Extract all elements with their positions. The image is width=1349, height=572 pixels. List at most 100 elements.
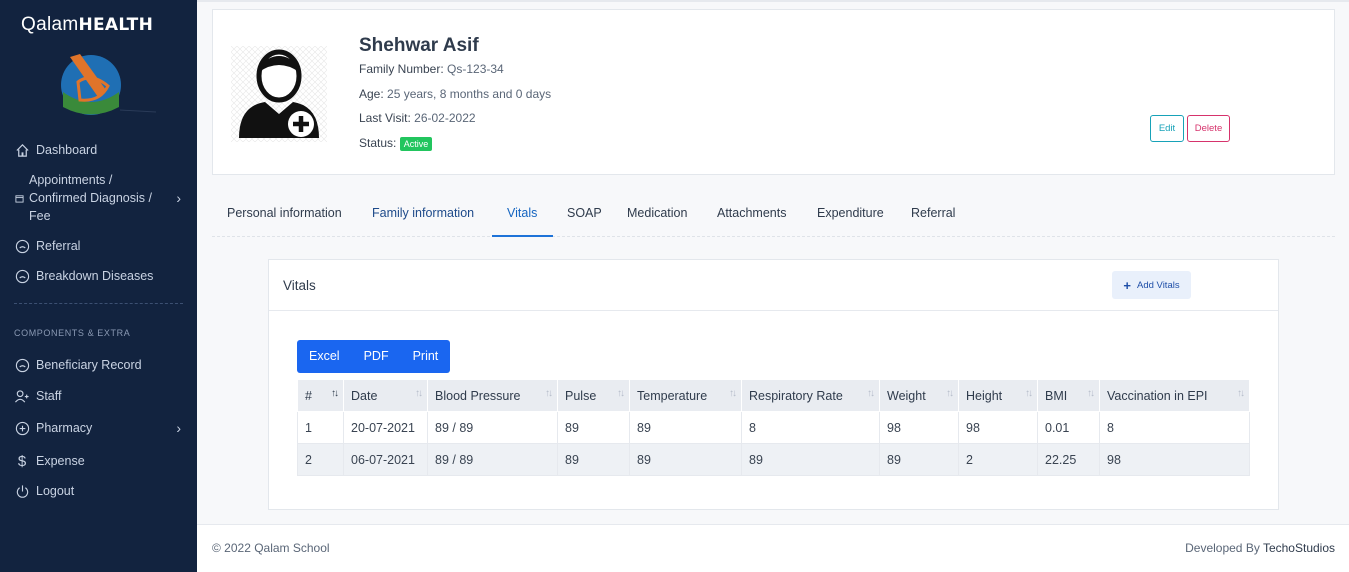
excel-button[interactable]: Excel (297, 340, 352, 373)
add-vitals-label: Add Vitals (1136, 279, 1180, 291)
home-icon (14, 142, 30, 158)
sidebar-item-referral[interactable]: Referral (14, 238, 189, 254)
last-visit-row: Last Visit: 26-02-2022 (359, 111, 476, 125)
sidebar-item-label: Breakdown Diseases (36, 269, 154, 283)
sidebar-item-label: Expense (36, 454, 85, 468)
vitals-table: # ↑↓ Date ↑↓ Blood Pressure ↑↓ Pulse ↑↓ Temp… (297, 379, 1250, 476)
sidebar-item-logout[interactable]: Logout (14, 483, 189, 499)
circle-icon (14, 238, 30, 254)
table-cell: 98 (1099, 443, 1250, 476)
active-tab-indicator (492, 235, 553, 237)
tab-family-information[interactable]: Family information (372, 206, 474, 220)
column-header[interactable]: Vaccination in EPI ↑↓ (1099, 379, 1250, 412)
sort-icon: ↑↓ (1237, 388, 1245, 399)
status-badge: Active (399, 136, 433, 151)
family-number-value: Qs-123-34 (447, 62, 504, 76)
sidebar-item-label: Dashboard (36, 143, 98, 157)
delete-button[interactable]: Delete (1187, 115, 1230, 142)
circle-icon (14, 357, 30, 373)
column-header[interactable]: # ↑↓ (297, 379, 344, 412)
patient-tabs: Personal information Family information … (212, 195, 1335, 237)
sort-icon: ↑↓ (1087, 388, 1095, 399)
tab-referral[interactable]: Referral (911, 206, 955, 220)
sidebar-item-label: Staff (36, 389, 62, 403)
sidebar-item-label: Referral (36, 239, 81, 253)
column-header[interactable]: Pulse ↑↓ (557, 379, 630, 412)
table-cell: 0.01 (1037, 411, 1100, 444)
table-header-row: # ↑↓ Date ↑↓ Blood Pressure ↑↓ Pulse ↑↓ Temp… (297, 379, 1250, 412)
table-cell: 98 (958, 411, 1038, 444)
chevron-right-icon: › (176, 190, 181, 206)
tab-personal-information[interactable]: Personal information (227, 206, 342, 220)
sidebar: QalamHEALTH Dashboard Appointments / Con… (0, 0, 197, 572)
age-value: 25 years, 8 months and 0 days (387, 87, 552, 101)
table-cell: 20-07-2021 (343, 411, 428, 444)
print-button[interactable]: Print (401, 340, 451, 373)
developed-by-label: Developed By (1185, 541, 1260, 555)
developer-link[interactable]: TechoStudios (1263, 541, 1335, 555)
sidebar-item-label: Logout (36, 484, 75, 498)
column-header[interactable]: Height ↑↓ (958, 379, 1038, 412)
add-vitals-button[interactable]: + Add Vitals (1112, 271, 1191, 299)
table-cell: 2 (297, 443, 344, 476)
tab-expenditure[interactable]: Expenditure (817, 206, 884, 220)
top-strip (197, 0, 1349, 2)
tab-medication[interactable]: Medication (627, 206, 687, 220)
sidebar-item-label: Beneficiary Record (36, 358, 142, 372)
table-cell: 8 (741, 411, 880, 444)
sort-icon: ↑↓ (946, 388, 954, 399)
last-visit-value: 26-02-2022 (414, 111, 476, 125)
profile-card: Shehwar Asif Family Number: Qs-123-34 Ag… (212, 9, 1335, 175)
tab-attachments[interactable]: Attachments (717, 206, 786, 220)
table-cell: 22.25 (1037, 443, 1100, 476)
patient-name: Shehwar Asif (359, 35, 479, 56)
family-number-label: Family Number: (359, 62, 444, 76)
table-cell: 8 (1099, 411, 1250, 444)
tab-vitals[interactable]: Vitals (507, 206, 537, 220)
edit-button[interactable]: Edit (1150, 115, 1184, 142)
table-row: 2 06-07-2021 89 / 89 89 89 89 89 2 22.25… (297, 443, 1250, 476)
sidebar-divider (14, 303, 183, 304)
status-row: Status: Active (359, 136, 433, 151)
table-cell: 89 (741, 443, 880, 476)
sidebar-item-breakdown-diseases[interactable]: Breakdown Diseases (14, 268, 189, 284)
table-cell: 89 / 89 (427, 411, 558, 444)
sidebar-item-staff[interactable]: Staff (14, 388, 189, 404)
tab-soap[interactable]: SOAP (567, 206, 602, 220)
column-header[interactable]: Temperature ↑↓ (629, 379, 742, 412)
table-cell: 89 (629, 411, 742, 444)
table-cell: 89 (557, 411, 630, 444)
last-visit-label: Last Visit: (359, 111, 411, 125)
column-header[interactable]: Weight ↑↓ (879, 379, 959, 412)
pdf-button[interactable]: PDF (352, 340, 401, 373)
sidebar-item-beneficiary-record[interactable]: Beneficiary Record (14, 357, 189, 373)
sort-icon: ↑↓ (617, 388, 625, 399)
status-label: Status: (359, 136, 397, 150)
footer: © 2022 Qalam School Developed By TechoSt… (197, 524, 1349, 572)
sidebar-item-dashboard[interactable]: Dashboard (14, 142, 189, 158)
table-cell: 89 (557, 443, 630, 476)
sort-icon: ↑↓ (331, 388, 339, 399)
sidebar-item-label: Appointments / Confirmed Diagnosis / Fee (29, 173, 152, 223)
table-cell: 2 (958, 443, 1038, 476)
table-cell: 06-07-2021 (343, 443, 428, 476)
sidebar-item-expense[interactable]: $ Expense (14, 453, 189, 470)
sidebar-item-pharmacy[interactable]: Pharmacy › (14, 420, 189, 436)
vitals-title: Vitals (283, 278, 316, 293)
sort-icon: ↑↓ (415, 388, 423, 399)
plus-icon: + (1123, 277, 1131, 293)
table-cell: 89 / 89 (427, 443, 558, 476)
sort-icon: ↑↓ (867, 388, 875, 399)
plus-circle-icon (14, 420, 30, 436)
column-header[interactable]: Date ↑↓ (343, 379, 428, 412)
table-cell: 1 (297, 411, 344, 444)
column-header[interactable]: BMI ↑↓ (1037, 379, 1100, 412)
brand-logo-text[interactable]: QalamHEALTH (21, 14, 153, 36)
table-cell: 89 (879, 443, 959, 476)
column-header[interactable]: Respiratory Rate ↑↓ (741, 379, 880, 412)
user-plus-icon (14, 388, 30, 404)
circle-icon (14, 268, 30, 284)
column-header[interactable]: Blood Pressure ↑↓ (427, 379, 558, 412)
sidebar-item-appointments[interactable]: Appointments / Confirmed Diagnosis / Fee… (14, 171, 189, 225)
footer-credits: Developed By TechoStudios (1185, 541, 1335, 555)
